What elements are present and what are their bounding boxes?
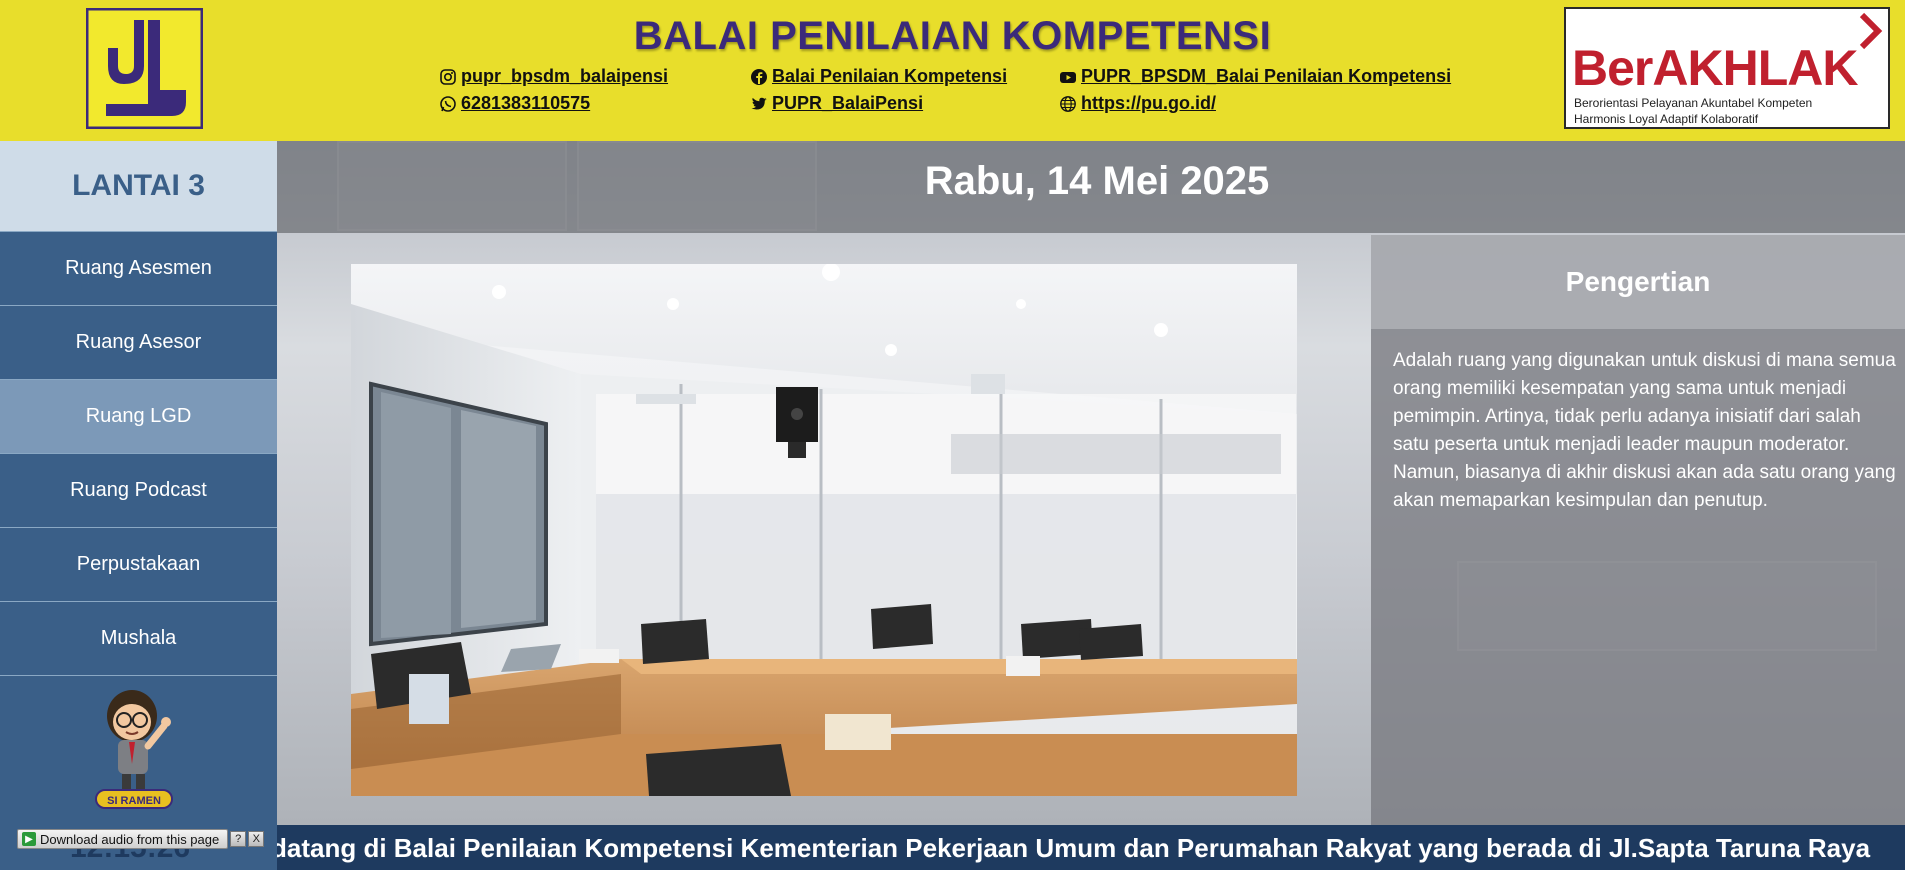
berakhlak-logo: BerAKHLAK Berorientasi Pelayanan Akuntab… [1564, 7, 1890, 129]
download-audio-label: Download audio from this page [40, 831, 220, 847]
mascot-label: SI RAMEN [107, 795, 161, 807]
berakhlak-line1: Berorientasi Pelayanan Akuntabel Kompete… [1574, 96, 1813, 110]
globe-icon [1060, 95, 1076, 112]
facebook-icon [751, 68, 767, 85]
berakhlak-title: BerAKHLAK [1572, 40, 1858, 96]
website-link[interactable]: https://pu.go.id/ [1059, 93, 1216, 114]
play-icon: ▶ [22, 832, 36, 846]
main-content: Rabu, 14 Mei 2025 Pengertian Adalah ruan… [277, 141, 1905, 825]
whatsapp-label: 6281383110575 [461, 93, 591, 113]
room-photo [351, 264, 1297, 796]
berakhlak-line2: Harmonis Loyal Adaptif Kolaboratif [1574, 112, 1759, 126]
info-description: Adalah ruang yang digunakan untuk diskus… [1393, 350, 1896, 511]
youtube-icon [1060, 71, 1076, 83]
sidebar-item-ruang-asesmen[interactable]: Ruang Asesmen [0, 231, 277, 305]
sidebar-item-perpustakaan[interactable]: Perpustakaan [0, 527, 277, 601]
youtube-label: PUPR_BPSDM_Balai Penilaian Kompetensi [1081, 66, 1452, 86]
chevron-right-icon [1859, 12, 1883, 50]
twitter-link[interactable]: PUPR_BalaiPensi [750, 93, 923, 114]
mascot-image: SI RAMEN [95, 690, 173, 809]
info-title: Pengertian [1371, 235, 1905, 329]
youtube-link[interactable]: PUPR_BPSDM_Balai Penilaian Kompetensi [1059, 66, 1451, 87]
ticker-text: datang di Balai Penilaian Kompetensi Kem… [277, 833, 1871, 863]
facebook-label: Balai Penilaian Kompetensi [772, 66, 1008, 86]
download-audio-bar: ▶ Download audio from this page ? X [17, 829, 265, 849]
instagram-icon [440, 68, 456, 85]
instagram-label: pupr_bpsdm_balaipensi [461, 66, 669, 86]
sidebar-item-ruang-lgd[interactable]: Ruang LGD [0, 379, 277, 453]
twitter-icon [751, 97, 767, 109]
download-audio-button[interactable]: ▶ Download audio from this page [17, 829, 229, 849]
whatsapp-icon [440, 95, 456, 112]
sidebar-item-ruang-podcast[interactable]: Ruang Podcast [0, 453, 277, 527]
instagram-link[interactable]: pupr_bpsdm_balaipensi [439, 66, 668, 87]
twitter-label: PUPR_BalaiPensi [772, 93, 924, 113]
website-label: https://pu.go.id/ [1081, 93, 1216, 113]
date-bar: Rabu, 14 Mei 2025 [277, 141, 1905, 233]
sidebar-item-ruang-asesor[interactable]: Ruang Asesor [0, 305, 277, 379]
facebook-link[interactable]: Balai Penilaian Kompetensi [750, 66, 1007, 87]
floor-label: LANTAI 3 [0, 141, 277, 231]
close-button[interactable]: X [248, 831, 265, 847]
news-ticker: datang di Balai Penilaian Kompetensi Kem… [277, 825, 1905, 870]
info-panel: Pengertian Adalah ruang yang digunakan u… [1371, 235, 1905, 825]
sidebar-item-mushala[interactable]: Mushala [0, 601, 277, 675]
berakhlak-subtitle: Berorientasi Pelayanan Akuntabel Kompete… [1574, 95, 1812, 127]
current-date: Rabu, 14 Mei 2025 [924, 159, 1270, 203]
site-header: BALAI PENILAIAN KOMPETENSI pupr_bpsdm_ba… [0, 0, 1905, 141]
whatsapp-link[interactable]: 6281383110575 [439, 93, 590, 114]
help-button[interactable]: ? [230, 831, 247, 847]
